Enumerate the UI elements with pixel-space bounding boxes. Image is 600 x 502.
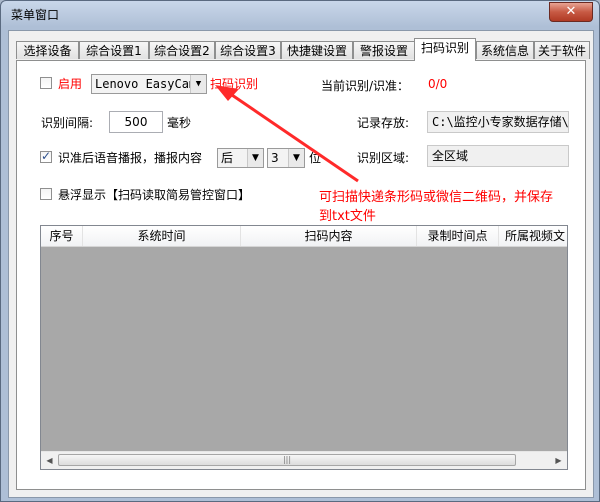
window-title: 菜单窗口: [11, 8, 60, 22]
chevron-down-icon: ▼: [288, 149, 304, 167]
tab-alarm-settings[interactable]: 警报设置: [353, 41, 415, 59]
voice-label: 识准后语音播报，播报内容: [58, 151, 203, 165]
voice-position-value: 后: [221, 151, 234, 165]
device-select-value: Lenovo EasyCame: [95, 77, 204, 91]
annotation-line-1: 可扫描快递条形码或微信二维码，并保存: [319, 190, 554, 205]
horizontal-scrollbar[interactable]: ◀ ||| ▶: [41, 451, 567, 469]
tab-hotkey-settings[interactable]: 快捷键设置: [281, 41, 353, 59]
column-header-index[interactable]: 序号: [41, 226, 83, 246]
scroll-left-icon[interactable]: ◀: [41, 452, 58, 469]
tab-strip: 选择设备 综合设置1 综合设置2 综合设置3 快捷键设置 警报设置 扫码识别 系…: [16, 38, 590, 61]
rate-label: 当前识别/识准：: [321, 79, 410, 93]
region-label: 识别区域:: [357, 151, 410, 165]
device-select[interactable]: Lenovo EasyCame ▼: [91, 74, 207, 94]
tab-about[interactable]: 关于软件: [534, 41, 590, 59]
float-display-label: 悬浮显示【扫码读取简易管控窗口】: [58, 188, 251, 202]
region-field[interactable]: 全区域: [427, 145, 569, 167]
record-path-field[interactable]: C:\监控小专家数据存储\: [427, 111, 569, 133]
main-window: 菜单窗口 ✕ 选择设备 综合设置1 综合设置2 综合设置3 快捷键设置 警报设置…: [0, 0, 600, 502]
record-label: 记录存放:: [357, 116, 410, 130]
table-header: 序号 系统时间 扫码内容 录制时间点 所属视频文: [41, 226, 567, 247]
enable-label: 启用: [58, 77, 83, 91]
interval-unit: 毫秒: [167, 116, 192, 130]
scan-title-label: 扫码识别: [210, 77, 259, 91]
tab-select-device[interactable]: 选择设备: [16, 41, 79, 59]
column-header-system-time[interactable]: 系统时间: [83, 226, 241, 246]
voice-digits-select[interactable]: 3 ▼: [267, 148, 305, 168]
tab-scan-recognition[interactable]: 扫码识别: [414, 38, 476, 61]
column-header-video-file[interactable]: 所属视频文: [499, 226, 567, 246]
scroll-right-icon[interactable]: ▶: [550, 452, 567, 469]
column-header-record-time[interactable]: 录制时间点: [417, 226, 499, 246]
interval-input[interactable]: 500: [109, 111, 163, 133]
interval-label: 识别间隔:: [41, 116, 94, 130]
tab-general-settings-2[interactable]: 综合设置2: [149, 41, 215, 59]
enable-checkbox[interactable]: [40, 77, 52, 89]
title-bar[interactable]: 菜单窗口 ✕: [1, 1, 599, 27]
chevron-down-icon: ▼: [190, 75, 206, 93]
float-display-checkbox[interactable]: [40, 188, 52, 200]
voice-digits-value: 3: [271, 151, 279, 165]
voice-checkbox[interactable]: [40, 149, 52, 163]
tab-system-info[interactable]: 系统信息: [476, 41, 534, 59]
annotation-line-2: 到txt文件: [319, 209, 376, 224]
voice-unit: 位: [309, 151, 322, 165]
scrollbar-thumb[interactable]: |||: [58, 454, 516, 466]
client-area: 选择设备 综合设置1 综合设置2 综合设置3 快捷键设置 警报设置 扫码识别 系…: [8, 30, 594, 498]
tab-general-settings-3[interactable]: 综合设置3: [215, 41, 281, 59]
chevron-down-icon: ▼: [247, 149, 263, 167]
tab-general-settings-1[interactable]: 综合设置1: [79, 41, 149, 59]
column-header-scan-content[interactable]: 扫码内容: [241, 226, 417, 246]
rate-value: 0/0: [428, 77, 448, 91]
scan-results-table[interactable]: 序号 系统时间 扫码内容 录制时间点 所属视频文 ◀ ||| ▶: [40, 225, 568, 470]
close-button[interactable]: ✕: [549, 2, 593, 22]
voice-position-select[interactable]: 后 ▼: [217, 148, 264, 168]
